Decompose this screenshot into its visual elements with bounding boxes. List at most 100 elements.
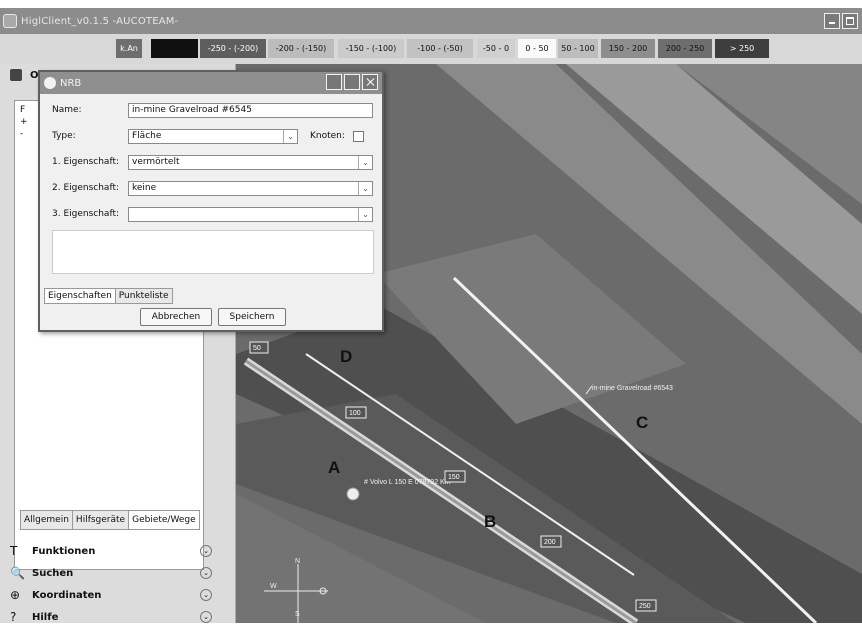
tree-root[interactable]: F xyxy=(20,105,25,115)
app-icon xyxy=(3,14,17,28)
label-b: B xyxy=(484,512,496,531)
chevron-down-icon[interactable]: ⌄ xyxy=(200,567,212,579)
label-a: A xyxy=(328,458,340,477)
tab-hilfsgeraete[interactable]: Hilfsgeräte xyxy=(71,510,130,530)
dialog-icon xyxy=(44,77,56,89)
name-label: Name: xyxy=(52,105,82,115)
legend-item: -100 - (-50) xyxy=(407,39,473,58)
compass-n: N xyxy=(295,558,300,565)
object-icon xyxy=(10,69,22,81)
compass-s: S xyxy=(295,611,300,618)
chevron-down-icon[interactable]: ⌄ xyxy=(358,207,372,221)
distance-marker-200: 200 xyxy=(540,535,562,548)
svg-text:200: 200 xyxy=(544,539,556,546)
tab-eigenschaften[interactable]: Eigenschaften xyxy=(44,288,116,304)
legend-item: -50 - 0 xyxy=(477,39,515,58)
prop2-label: 2. Eigenschaft: xyxy=(52,183,120,193)
prop1-label: 1. Eigenschaft: xyxy=(52,157,120,167)
dialog-close-button[interactable] xyxy=(362,74,378,90)
legend-item: k.An xyxy=(116,39,142,58)
tab-punkteliste[interactable]: Punkteliste xyxy=(114,288,173,304)
type-label: Type: xyxy=(52,131,76,141)
chevron-down-icon[interactable]: ⌄ xyxy=(358,155,372,169)
road-label: in-mine Gravelroad #6543 xyxy=(592,385,673,392)
chevron-down-icon[interactable]: ⌄ xyxy=(200,589,212,601)
distance-marker-100: 100 xyxy=(345,406,367,419)
section-label: Koordinaten xyxy=(32,589,102,601)
label-c: C xyxy=(636,413,648,432)
prop2-value: keine xyxy=(132,182,157,193)
svg-text:50: 50 xyxy=(253,345,261,352)
legend-item: -150 - (-100) xyxy=(338,39,404,58)
type-select[interactable]: Fläche ⌄ xyxy=(128,128,298,144)
prop1-select[interactable]: vermörtelt ⌄ xyxy=(128,154,373,170)
compass-w: W xyxy=(270,583,277,590)
legend-item: -200 - (-150) xyxy=(268,39,334,58)
dialog-maximize-button[interactable] xyxy=(344,74,360,90)
distance-marker-250: 250 xyxy=(635,599,657,612)
legend-item: 50 - 100 xyxy=(558,39,598,58)
dialog-title: NRB xyxy=(60,77,82,89)
section-label: Hilfe xyxy=(32,611,59,623)
svg-text:150: 150 xyxy=(448,474,460,481)
prop2-select[interactable]: keine ⌄ xyxy=(128,180,373,196)
crosshair-icon: ⊕ xyxy=(10,588,21,602)
app-title: HiglClient_v0.1.5 -AUCOTEAM- xyxy=(21,15,179,27)
section-hilfe[interactable]: ? Hilfe ⌄ xyxy=(0,606,236,628)
maximize-button[interactable] xyxy=(842,13,858,29)
minimize-button[interactable] xyxy=(824,13,840,29)
row-prop2: 2. Eigenschaft: keine ⌄ xyxy=(52,180,373,196)
legend-item: -250 - (-200) xyxy=(200,39,266,58)
vehicle-label: # Volvo L 150 E 078792 Km xyxy=(364,479,451,486)
type-value: Fläche xyxy=(132,130,162,141)
legend-item: 150 - 200 xyxy=(601,39,655,58)
chevron-down-icon[interactable]: ⌄ xyxy=(200,611,212,623)
legend-item xyxy=(151,39,198,58)
window-controls xyxy=(824,13,858,29)
tab-gebiete-wege[interactable]: Gebiete/Wege xyxy=(128,510,200,530)
tree-node[interactable]: + xyxy=(20,117,28,127)
row-name: Name: in-mine Gravelroad #6545 xyxy=(52,102,373,118)
vehicle-marker[interactable] xyxy=(346,487,360,501)
section-koordinaten[interactable]: ⊕ Koordinaten ⌄ xyxy=(0,584,236,606)
chevron-down-icon[interactable]: ⌄ xyxy=(358,181,372,195)
distance-marker-50: 50 xyxy=(249,341,269,354)
dialog-title-bar: NRB xyxy=(40,72,382,94)
notes-area[interactable] xyxy=(52,230,374,274)
chevron-down-icon[interactable]: ⌄ xyxy=(200,545,212,557)
knoten-label: Knoten: xyxy=(310,131,345,141)
prop3-select[interactable]: ⌄ xyxy=(128,206,373,222)
knoten-checkbox[interactable] xyxy=(352,130,364,142)
app-title-bar: HiglClient_v0.1.5 -AUCOTEAM- xyxy=(0,8,862,34)
prop3-label: 3. Eigenschaft: xyxy=(52,209,120,219)
row-type: Type: Fläche ⌄ Knoten: xyxy=(52,128,364,144)
section-funktionen[interactable]: T Funktionen ⌄ xyxy=(0,540,236,562)
legend-item: > 250 xyxy=(715,39,769,58)
hammer-icon: T xyxy=(10,544,18,558)
section-label: Suchen xyxy=(32,567,74,579)
svg-text:100: 100 xyxy=(349,410,361,417)
row-prop3: 3. Eigenschaft: ⌄ xyxy=(52,206,373,222)
name-input[interactable]: in-mine Gravelroad #6545 xyxy=(128,102,373,118)
row-prop1: 1. Eigenschaft: vermörtelt ⌄ xyxy=(52,154,373,170)
search-icon: 🔍 xyxy=(10,566,25,580)
section-label: Funktionen xyxy=(32,545,96,557)
help-icon: ? xyxy=(10,610,17,624)
tree-node[interactable]: - xyxy=(20,129,23,139)
dialog-controls xyxy=(326,74,378,90)
elevation-legend-bar: k.An -250 - (-200) -200 - (-150) -150 - (-1… xyxy=(0,34,862,64)
distance-marker-150: 150 xyxy=(444,470,466,483)
nrb-dialog[interactable]: NRB Name: in-mine Gravelroad #6545 Type:… xyxy=(38,70,384,332)
tab-allgemein[interactable]: Allgemein xyxy=(20,510,73,530)
chevron-down-icon[interactable]: ⌄ xyxy=(283,129,297,143)
legend-item: 0 - 50 xyxy=(518,39,556,58)
svg-text:250: 250 xyxy=(639,603,651,610)
section-suchen[interactable]: 🔍 Suchen ⌄ xyxy=(0,562,236,584)
prop1-value: vermörtelt xyxy=(132,156,180,167)
save-button[interactable]: Speichern xyxy=(218,308,286,326)
dialog-minimize-button[interactable] xyxy=(326,74,342,90)
dialog-tabs: Eigenschaften Punkteliste xyxy=(44,288,173,304)
sidebar-tabs: Allgemein Hilfsgeräte Gebiete/Wege xyxy=(20,510,200,530)
cancel-button[interactable]: Abbrechen xyxy=(140,308,212,326)
legend-item: 200 - 250 xyxy=(658,39,712,58)
